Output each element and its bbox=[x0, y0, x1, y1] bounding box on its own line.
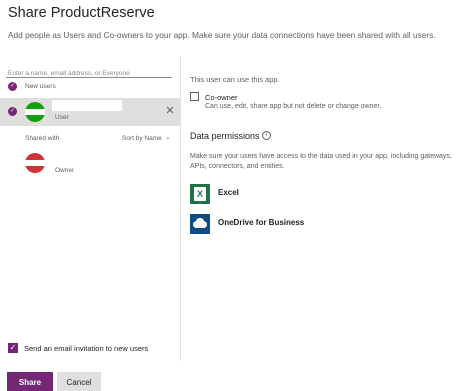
user-check-icon[interactable]: ✓ bbox=[8, 107, 17, 116]
share-button[interactable]: Share bbox=[7, 372, 53, 391]
close-icon[interactable]: ✕ bbox=[164, 105, 176, 117]
new-users-check-icon[interactable]: ✓ bbox=[8, 82, 17, 91]
user-avatar bbox=[25, 102, 45, 122]
connection-label-onedrive: OneDrive for Business bbox=[218, 218, 305, 227]
data-permissions-title: Data permissions bbox=[190, 131, 260, 141]
shared-with-label: Shared with bbox=[25, 135, 60, 142]
avatar-redacted-bar bbox=[25, 109, 45, 115]
connection-label-excel: Excel bbox=[218, 188, 239, 197]
excel-icon: X bbox=[190, 184, 210, 204]
user-role-label: User bbox=[55, 114, 69, 121]
user-permission-text: This user can use this app. bbox=[190, 75, 280, 84]
onedrive-icon bbox=[190, 214, 210, 234]
cancel-button[interactable]: Cancel bbox=[57, 372, 101, 391]
owner-role-label: Owner bbox=[55, 167, 75, 174]
coowner-description: Can use, edit, share app but not delete … bbox=[205, 103, 382, 110]
search-underline bbox=[6, 77, 172, 78]
email-invite-checkbox[interactable]: ✓ bbox=[8, 343, 18, 353]
coowner-label: Co-owner bbox=[205, 93, 238, 102]
people-panel: ✓ New users ✓ User ✕ Shared with Sort by… bbox=[0, 56, 181, 361]
email-invite-label: Send an email invitation to new users bbox=[24, 344, 149, 353]
owner-avatar bbox=[25, 153, 45, 173]
user-name-redacted bbox=[52, 100, 122, 111]
avatar-redacted-bar bbox=[25, 160, 45, 166]
search-field[interactable] bbox=[8, 62, 172, 81]
share-dialog: Share ProductReserve Add people as Users… bbox=[0, 0, 474, 391]
new-users-label: New users bbox=[25, 83, 56, 90]
people-search-input[interactable] bbox=[8, 66, 172, 81]
sort-button[interactable]: Sort by Name bbox=[122, 135, 162, 142]
dialog-title: Share ProductReserve bbox=[8, 5, 155, 21]
dialog-subtitle: Add people as Users and Co-owners to you… bbox=[8, 30, 436, 40]
data-permissions-description: Make sure your users have access to the … bbox=[190, 153, 452, 170]
coowner-checkbox[interactable] bbox=[190, 92, 199, 101]
info-icon[interactable]: i bbox=[262, 131, 271, 140]
chevron-down-icon[interactable]: ⌄ bbox=[165, 133, 171, 141]
